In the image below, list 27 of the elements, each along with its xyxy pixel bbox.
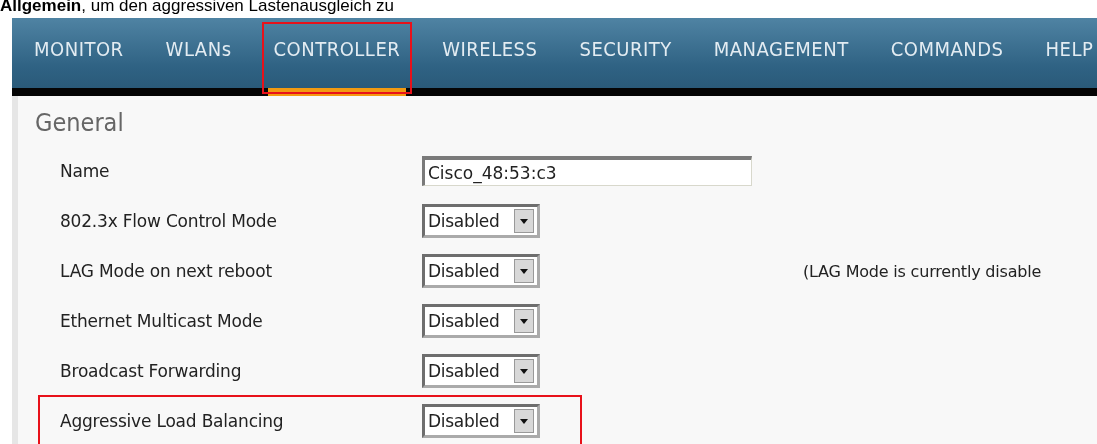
field-label: LAG Mode on next reboot (60, 261, 273, 281)
nav-tab[interactable]: MANAGEMENT (707, 18, 855, 88)
caret-icon[interactable] (514, 409, 534, 433)
caret-icon[interactable] (514, 359, 534, 383)
dropdown-field[interactable]: Disabled (422, 204, 540, 238)
field-label: Ethernet Multicast Mode (60, 311, 264, 331)
dropdown-field[interactable]: Disabled (422, 354, 540, 388)
caret-icon[interactable] (514, 259, 534, 283)
nav-tab[interactable]: SECURITY (573, 18, 678, 88)
nav-tab[interactable]: HELP (1039, 18, 1097, 88)
nav-tab[interactable]: MONITOR (28, 18, 130, 88)
dropdown-field[interactable]: Disabled (422, 304, 540, 338)
field-label: 802.3x Flow Control Mode (60, 211, 278, 231)
caret-icon[interactable] (514, 309, 534, 333)
field-label: Aggressive Load Balancing (60, 411, 285, 431)
dropdown-field[interactable]: Disabled (422, 254, 540, 288)
nav-tab[interactable]: WIRELESS (436, 18, 544, 88)
section-title: General (34, 107, 125, 139)
name-input-field[interactable]: Cisco_48:53:c3 (422, 156, 752, 186)
caret-icon[interactable] (514, 209, 534, 233)
field-label: Name (60, 161, 111, 181)
nav-tab[interactable]: WLANs (159, 18, 238, 88)
field-label: Broadcast Forwarding (60, 361, 243, 381)
dropdown-field[interactable]: Disabled (422, 404, 540, 438)
nav-tab[interactable]: COMMANDS (884, 18, 1010, 88)
nav-tab[interactable]: CONTROLLER (267, 18, 407, 96)
status-note: (LAG Mode is currently disable (803, 261, 1043, 281)
